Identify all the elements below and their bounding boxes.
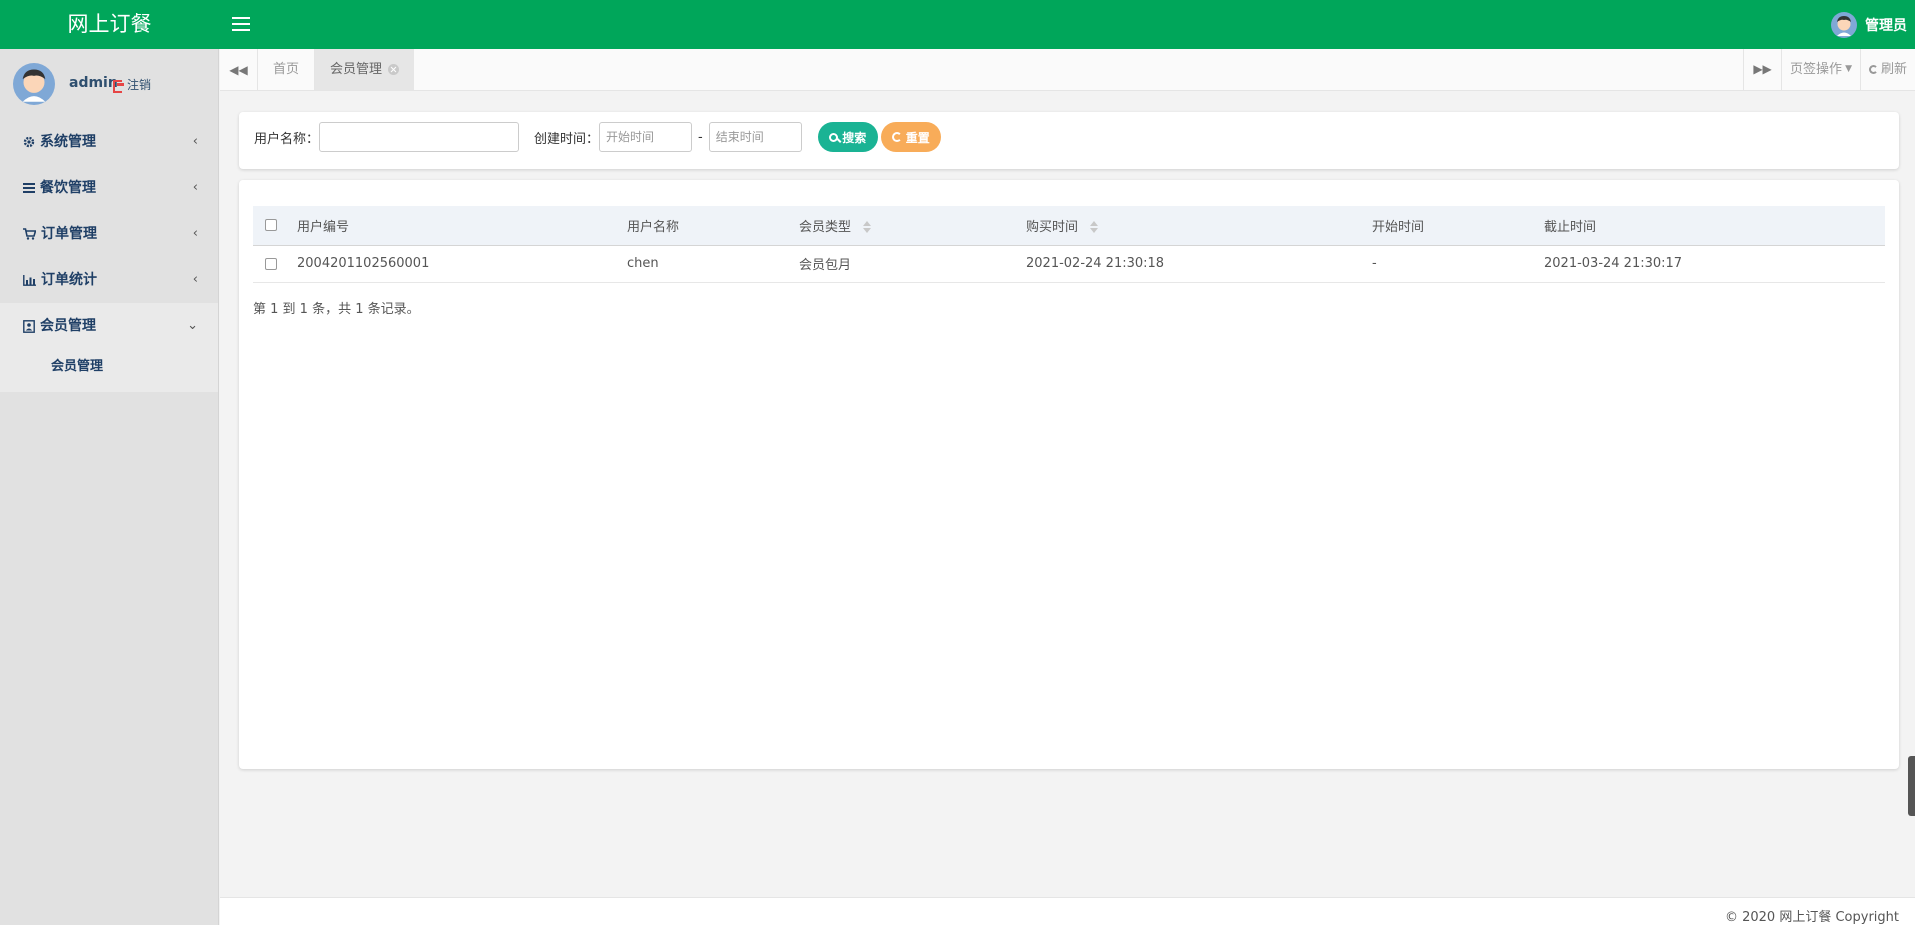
range-separator: -	[698, 129, 703, 145]
column-header-member-type[interactable]: 会员类型	[799, 206, 1026, 246]
cell-end-time: 2021-03-24 21:30:17	[1544, 245, 1885, 283]
bar-chart-icon	[23, 274, 36, 286]
search-button-label: 搜索	[842, 130, 867, 145]
end-time-input[interactable]	[708, 122, 802, 152]
select-all-checkbox[interactable]	[265, 219, 277, 232]
member-card-icon	[23, 319, 35, 333]
top-user-menu[interactable]: 管理员	[1831, 11, 1907, 39]
sidebar-item-system[interactable]: 系统管理 ‹	[0, 119, 218, 165]
side-scroll-handle[interactable]	[1908, 756, 1915, 816]
chevron-left-icon: ‹	[192, 180, 198, 195]
refresh-label: 刷新	[1880, 62, 1907, 77]
search-icon	[829, 132, 839, 142]
chevron-left-icon: ‹	[192, 226, 198, 241]
tabs-scroll-left-button[interactable]: ◀◀	[220, 49, 258, 90]
cell-username: chen	[627, 245, 799, 283]
cell-user-no: 2004201102560001	[297, 245, 627, 283]
chevron-left-icon: ‹	[192, 272, 198, 287]
table-header-row: 用户编号 用户名称 会员类型 购买时间 开始时间 截止时间	[253, 206, 1885, 246]
refresh-button[interactable]: 刷新	[1859, 49, 1915, 90]
sidebar-item-label: 订单管理	[41, 226, 97, 242]
avatar	[13, 63, 55, 105]
copyright-text: © 2020 网上订餐 Copyright	[1724, 910, 1899, 925]
sidebar: admin 注销 系统管理 ‹ 餐饮管理 ‹ 订单管理 ‹ 订单统计 ‹ 会员管…	[0, 49, 219, 925]
start-time-input[interactable]	[599, 122, 693, 152]
gear-icon	[23, 136, 35, 148]
chevron-down-icon: ⌄	[187, 318, 198, 333]
chevron-left-icon: ‹	[192, 134, 198, 149]
column-header-purchase-time[interactable]: 购买时间	[1026, 206, 1372, 246]
column-header-user-no: 用户编号	[297, 206, 627, 246]
avatar	[1831, 12, 1857, 38]
cell-purchase-time: 2021-02-24 21:30:18	[1026, 245, 1372, 283]
column-header-username: 用户名称	[627, 206, 799, 246]
column-header-start-time: 开始时间	[1372, 206, 1544, 246]
refresh-icon	[1868, 65, 1878, 74]
cell-start-time: -	[1372, 245, 1544, 283]
search-form: 用户名称： 创建时间： - 搜索 重置	[254, 122, 941, 152]
logout-link[interactable]: 注销	[113, 76, 151, 93]
footer: © 2020 网上订餐 Copyright	[220, 897, 1915, 925]
column-header-end-time: 截止时间	[1544, 206, 1885, 246]
menu-toggle-icon[interactable]	[232, 13, 250, 35]
sort-icon	[1090, 221, 1099, 234]
caret-down-icon: ▼	[1845, 64, 1852, 74]
sidebar-profile: admin 注销	[0, 49, 218, 119]
tabs-right-controls: ▶▶ 页签操作 ▼ 刷新	[1743, 49, 1915, 90]
top-navbar: 网上订餐 管理员	[0, 0, 1915, 49]
sidebar-submenu-members: 会员管理	[0, 349, 218, 392]
reset-button[interactable]: 重置	[880, 122, 941, 152]
search-panel: 用户名称： 创建时间： - 搜索 重置	[239, 112, 1899, 169]
tab-operations-dropdown[interactable]: 页签操作 ▼	[1781, 49, 1860, 90]
tab-member-management[interactable]: 会员管理	[315, 49, 415, 90]
sidebar-item-orders[interactable]: 订单管理 ‹	[0, 211, 218, 257]
column-header-label: 会员类型	[799, 219, 852, 235]
list-icon	[23, 183, 35, 193]
pagination-info: 第 1 到 1 条，共 1 条记录。	[253, 302, 420, 317]
sidebar-item-label: 餐饮管理	[40, 180, 96, 196]
username-input[interactable]	[319, 122, 520, 152]
search-button[interactable]: 搜索	[817, 122, 878, 152]
tab-home[interactable]: 首页	[258, 49, 316, 90]
sidebar-item-order-stats[interactable]: 订单统计 ‹	[0, 257, 218, 303]
sidebar-item-label: 系统管理	[40, 134, 96, 150]
sort-icon	[863, 221, 872, 234]
sidebar-user-name: admin	[69, 75, 118, 91]
top-user-name: 管理员	[1865, 18, 1907, 34]
column-header-label: 购买时间	[1026, 219, 1079, 235]
sidebar-item-label: 订单统计	[41, 272, 97, 288]
table-panel: 用户编号 用户名称 会员类型 购买时间 开始时间 截止时间 2004201102…	[239, 180, 1899, 769]
tab-operations-label: 页签操作	[1790, 62, 1843, 77]
members-table: 用户编号 用户名称 会员类型 购买时间 开始时间 截止时间 2004201102…	[253, 206, 1885, 283]
sidebar-item-label: 会员管理	[40, 318, 96, 334]
created-time-label: 创建时间：	[534, 131, 600, 147]
tabs-scroll-right-button[interactable]: ▶▶	[1743, 49, 1781, 90]
cart-icon	[23, 228, 36, 240]
logout-label: 注销	[127, 78, 152, 92]
refresh-icon	[891, 132, 902, 142]
reset-button-label: 重置	[905, 130, 930, 145]
double-chevron-right-icon: ▶▶	[1753, 62, 1772, 76]
sidebar-item-members[interactable]: 会员管理 ⌄	[0, 303, 218, 349]
table-row[interactable]: 2004201102560001 chen 会员包月 2021-02-24 21…	[253, 245, 1885, 283]
row-checkbox[interactable]	[265, 257, 277, 270]
cell-member-type: 会员包月	[799, 245, 1026, 283]
sidebar-item-catering[interactable]: 餐饮管理 ‹	[0, 165, 218, 211]
logout-icon	[113, 80, 124, 93]
sidebar-subitem-member-management[interactable]: 会员管理	[0, 349, 218, 385]
close-icon[interactable]	[388, 64, 400, 75]
tab-label: 会员管理	[330, 62, 383, 77]
page-tabs-bar: ◀◀ 首页 会员管理 ▶▶ 页签操作 ▼ 刷新	[220, 49, 1915, 91]
brand-title[interactable]: 网上订餐	[0, 0, 219, 49]
username-label: 用户名称：	[254, 131, 320, 147]
double-chevron-left-icon: ◀◀	[229, 62, 248, 77]
